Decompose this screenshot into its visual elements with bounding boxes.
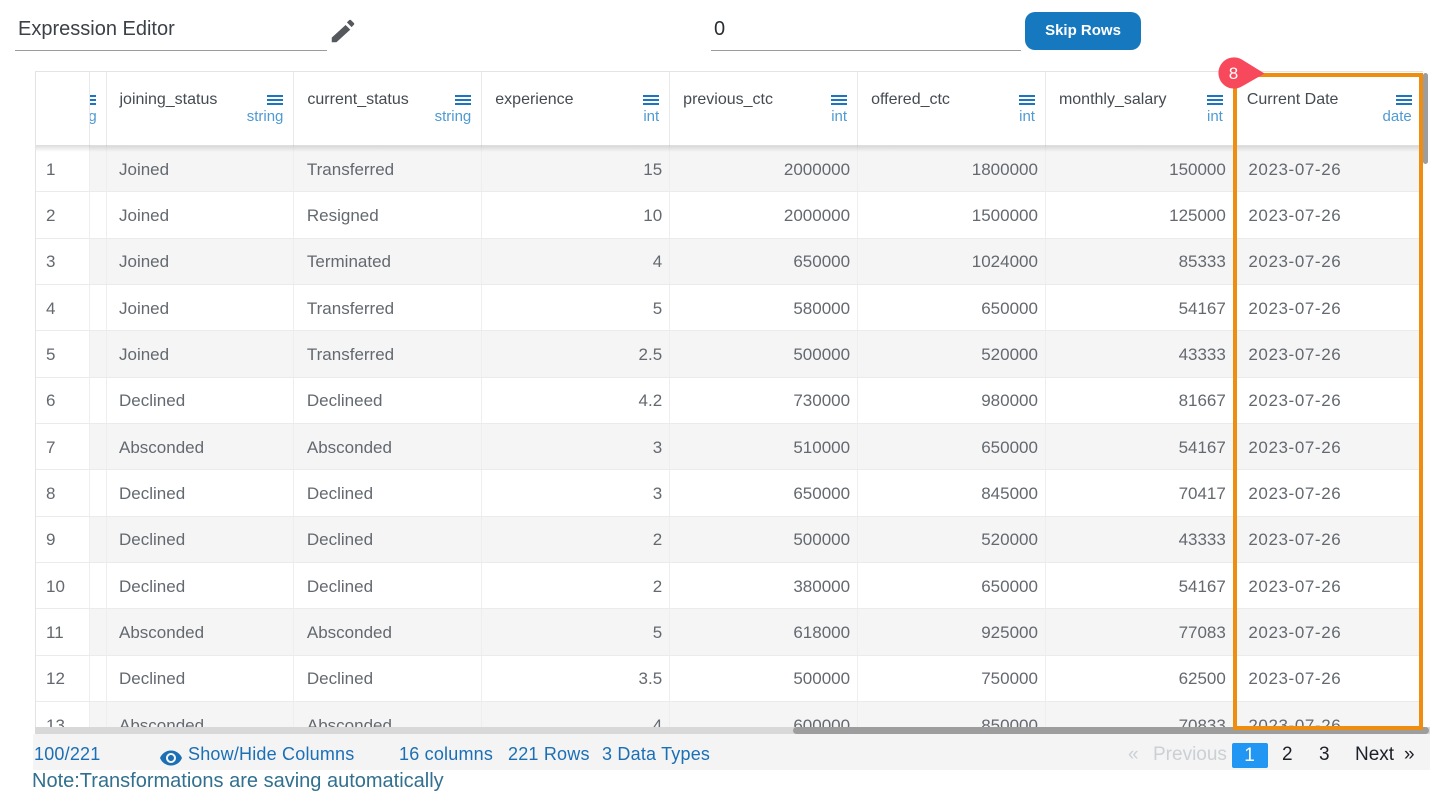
svg-text:8: 8 — [1229, 64, 1238, 83]
